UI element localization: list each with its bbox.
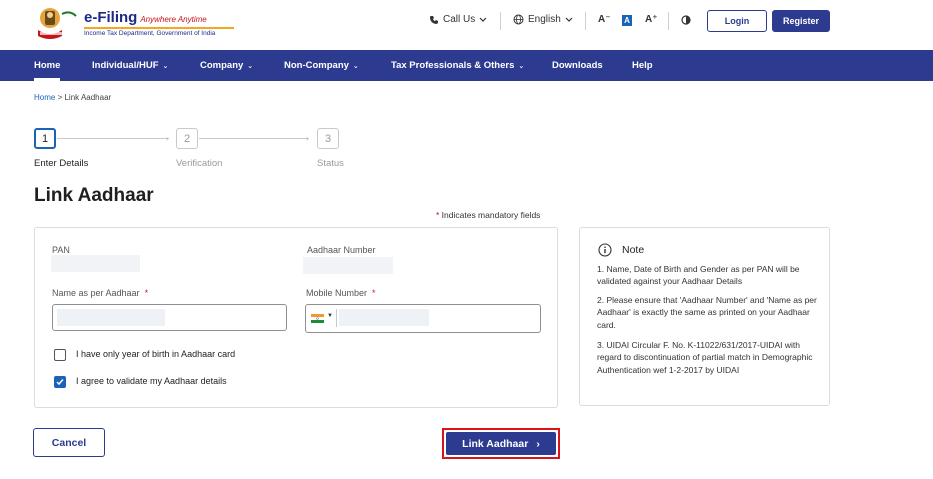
name-value-masked xyxy=(57,309,165,326)
pan-value-masked xyxy=(51,255,140,272)
chevron-down-icon: ⌄ xyxy=(247,63,254,70)
phone-icon xyxy=(430,15,438,24)
language-label: English xyxy=(528,14,561,25)
mobile-number-input[interactable]: ▼ xyxy=(305,304,541,333)
chevron-right-icon: › xyxy=(536,437,540,450)
info-icon xyxy=(598,243,612,257)
link-aadhaar-button-label: Link Aadhaar xyxy=(462,437,529,450)
note-title: Note xyxy=(622,244,645,256)
logo-subtitle: Income Tax Department, Government of Ind… xyxy=(84,30,216,37)
font-decrease-button[interactable]: A⁻ xyxy=(598,14,611,25)
link-aadhaar-button-highlight: Link Aadhaar › xyxy=(442,428,560,459)
india-flag-icon[interactable] xyxy=(311,314,324,323)
mobile-value-masked xyxy=(339,309,429,326)
step-2-label: Verification xyxy=(176,158,223,169)
efiling-logo[interactable]: e-Filing Anywhere Anytime Income Tax Depa… xyxy=(36,6,234,42)
logo-underline xyxy=(84,27,234,29)
step-connector xyxy=(199,138,309,139)
aadhaar-value-masked xyxy=(303,257,393,274)
breadcrumb-current: Link Aadhaar xyxy=(64,93,112,102)
chevron-right-icon: › xyxy=(166,134,169,143)
note-item: 1. Name, Date of Birth and Gender as per… xyxy=(597,264,800,287)
nav-item-help[interactable]: Help xyxy=(632,50,653,81)
contrast-icon[interactable] xyxy=(681,15,691,25)
required-asterisk: * xyxy=(372,288,376,298)
emblem-icon xyxy=(38,8,77,39)
year-of-birth-checkbox[interactable] xyxy=(54,349,66,361)
caret-down-icon[interactable]: ▼ xyxy=(327,313,333,319)
call-us-label: Call Us xyxy=(443,14,476,25)
language-selector[interactable]: English xyxy=(513,14,573,25)
breadcrumb-home-link[interactable]: Home xyxy=(34,93,55,102)
mandatory-fields-text: Indicates mandatory fields xyxy=(439,210,541,220)
step-connector xyxy=(57,138,169,139)
nav-item-tax-professionals[interactable]: Tax Professionals & Others ⌄ xyxy=(391,50,524,81)
agree-validate-checkbox-label[interactable]: I agree to validate my Aadhaar details xyxy=(76,376,227,386)
nav-item-home[interactable]: Home xyxy=(34,50,61,81)
call-us-menu[interactable]: Call Us xyxy=(429,14,487,25)
link-aadhaar-button[interactable]: Link Aadhaar › xyxy=(446,432,556,455)
country-code-divider xyxy=(336,309,337,327)
globe-icon xyxy=(513,14,524,25)
pan-label: PAN xyxy=(52,245,70,255)
site-header: e-Filing Anywhere Anytime Income Tax Depa… xyxy=(0,0,933,50)
nav-item-individual-huf[interactable]: Individual/HUF ⌄ xyxy=(92,50,168,81)
year-of-birth-checkbox-label[interactable]: I have only year of birth in Aadhaar car… xyxy=(76,349,235,359)
chevron-down-icon xyxy=(565,17,573,22)
agree-validate-checkbox[interactable] xyxy=(54,376,66,388)
register-button[interactable]: Register xyxy=(772,10,830,32)
link-aadhaar-form: PAN Aadhaar Number Name as per Aadhaar *… xyxy=(34,227,558,408)
nav-item-non-company[interactable]: Non-Company ⌄ xyxy=(284,50,359,81)
mandatory-fields-note: * Indicates mandatory fields xyxy=(436,210,540,220)
chevron-down-icon: ⌄ xyxy=(518,63,525,70)
note-item: 2. Please ensure that 'Aadhaar Number' a… xyxy=(597,295,817,330)
step-3-indicator: 3 xyxy=(317,128,339,149)
note-panel: Note 1. Name, Date of Birth and Gender a… xyxy=(579,227,830,406)
breadcrumb-separator: > xyxy=(57,93,63,102)
breadcrumb: Home > Link Aadhaar xyxy=(34,93,111,102)
page-title: Link Aadhaar xyxy=(34,185,154,206)
step-1-label: Enter Details xyxy=(34,158,89,169)
chevron-down-icon xyxy=(479,17,487,22)
nav-item-company[interactable]: Company ⌄ xyxy=(200,50,253,81)
mobile-number-label: Mobile Number * xyxy=(306,288,376,298)
logo-tagline: Anywhere Anytime xyxy=(140,15,207,24)
name-as-per-aadhaar-label: Name as per Aadhaar * xyxy=(52,288,149,298)
login-button[interactable]: Login xyxy=(707,10,767,32)
name-as-per-aadhaar-input[interactable] xyxy=(52,304,287,331)
note-item: 3. UIDAI Circular F. No. K-11022/631/201… xyxy=(597,340,813,375)
nav-item-downloads[interactable]: Downloads xyxy=(552,50,603,81)
cancel-button[interactable]: Cancel xyxy=(33,428,105,457)
font-normal-button[interactable]: A xyxy=(622,15,632,26)
font-increase-button[interactable]: A⁺ xyxy=(645,14,658,25)
required-asterisk: * xyxy=(144,288,149,298)
header-divider xyxy=(585,12,586,30)
chevron-down-icon: ⌄ xyxy=(162,63,169,70)
step-1-indicator: 1 xyxy=(34,128,56,149)
chevron-down-icon: ⌄ xyxy=(352,63,359,70)
main-navigation: Home Individual/HUF ⌄ Company ⌄ Non-Compan… xyxy=(0,50,933,81)
step-2-indicator: 2 xyxy=(176,128,198,149)
aadhaar-number-label: Aadhaar Number xyxy=(307,245,376,255)
header-divider xyxy=(668,12,669,30)
check-icon xyxy=(56,379,64,386)
step-3-label: Status xyxy=(317,158,344,169)
chevron-right-icon: › xyxy=(306,134,309,143)
header-divider xyxy=(500,12,501,30)
logo-title: e-Filing xyxy=(84,9,138,26)
